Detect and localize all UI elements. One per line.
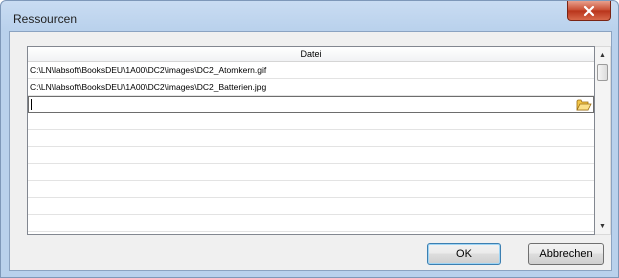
column-header-datei[interactable]: Datei xyxy=(28,47,594,62)
dialog-window: Ressourcen Datei C:\LN\labsoft\BooksDEU\… xyxy=(0,0,619,278)
folder-open-icon xyxy=(576,99,592,110)
empty-row[interactable] xyxy=(28,164,594,181)
ok-button[interactable]: OK xyxy=(427,243,501,265)
dialog-client-area: Datei C:\LN\labsoft\BooksDEU\1A00\DC2\im… xyxy=(9,31,612,271)
empty-row[interactable] xyxy=(28,113,594,130)
grid-body: C:\LN\labsoft\BooksDEU\1A00\DC2\images\D… xyxy=(28,62,594,232)
vertical-scrollbar[interactable]: ▲ ▼ xyxy=(595,46,611,235)
empty-row[interactable] xyxy=(28,198,594,215)
close-icon xyxy=(583,5,595,16)
scroll-up-icon[interactable]: ▲ xyxy=(595,47,610,63)
new-file-path-input[interactable] xyxy=(28,96,594,113)
cancel-button[interactable]: Abbrechen xyxy=(528,243,604,265)
table-row[interactable]: C:\LN\labsoft\BooksDEU\1A00\DC2\images\D… xyxy=(28,79,594,96)
empty-row[interactable] xyxy=(28,130,594,147)
resources-grid: Datei C:\LN\labsoft\BooksDEU\1A00\DC2\im… xyxy=(27,46,595,235)
empty-row[interactable] xyxy=(28,181,594,198)
empty-row[interactable] xyxy=(28,215,594,232)
empty-row[interactable] xyxy=(28,147,594,164)
window-title: Ressourcen xyxy=(13,12,78,26)
scroll-down-icon[interactable]: ▼ xyxy=(595,218,610,234)
scroll-thumb[interactable] xyxy=(597,64,608,81)
text-caret xyxy=(31,99,32,110)
table-row[interactable]: C:\LN\labsoft\BooksDEU\1A00\DC2\images\D… xyxy=(28,62,594,79)
browse-button[interactable] xyxy=(576,97,592,112)
close-button[interactable] xyxy=(567,1,611,21)
